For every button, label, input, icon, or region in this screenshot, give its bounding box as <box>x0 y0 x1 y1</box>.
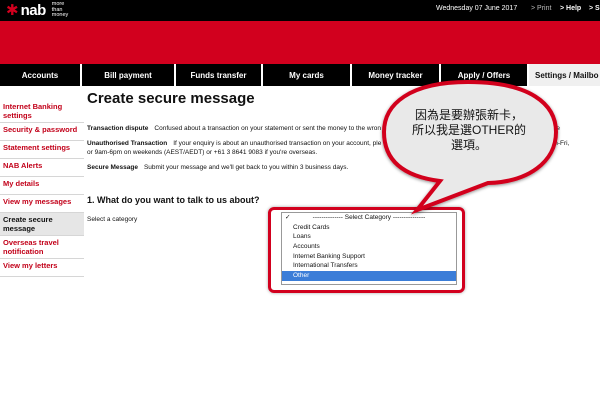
tab-my-cards[interactable]: My cards <box>263 64 352 86</box>
sidebar-item-create-secure-message[interactable]: Create secure message <box>0 213 84 236</box>
tab-funds-transfer[interactable]: Funds transfer <box>176 64 263 86</box>
category-label: Select a category <box>87 216 138 223</box>
dispute-here-link[interactable]: here <box>547 124 560 133</box>
main-nav: Accounts Bill payment Funds transfer My … <box>0 64 600 86</box>
nab-logo[interactable]: ✱ nab more than money <box>6 2 76 19</box>
current-date: Wednesday 07 June 2017 <box>436 5 518 12</box>
top-bar: ✱ nab more than money Wednesday 07 June … <box>0 0 600 21</box>
select-option-international-transfers[interactable]: International Transfers <box>282 261 456 271</box>
secure-text: Submit your message and we'll get back t… <box>143 164 349 171</box>
page-title: Create secure message <box>87 90 255 107</box>
select-option-placeholder[interactable]: ✓ -------------- Select Category -------… <box>282 213 456 223</box>
unauth-text-1-tail: m Mon-Fri, <box>538 140 570 147</box>
checkmark-icon: ✓ <box>285 214 291 221</box>
secure-title: Secure Message <box>87 164 138 171</box>
print-link[interactable]: > Print <box>531 5 551 12</box>
sidebar: Internet Banking settings Security & pas… <box>0 100 84 277</box>
select-option-credit-cards[interactable]: Credit Cards <box>282 223 456 233</box>
unauth-title: Unauthorised Transaction <box>87 140 168 147</box>
annotation-line-3: 選項。 <box>450 138 487 152</box>
dispute-title: Transaction dispute <box>87 125 149 132</box>
sidebar-item-security-password[interactable]: Security & password <box>0 123 84 141</box>
main-content: Create secure message Transaction disput… <box>87 88 600 223</box>
sidebar-item-internet-banking-settings[interactable]: Internet Banking settings <box>0 100 84 123</box>
question-heading: 1. What do you want to talk to us about? <box>87 195 260 205</box>
unauthorised-transaction-info: Unauthorised Transaction If your enquiry … <box>87 139 381 148</box>
signout-link[interactable]: > S <box>589 5 600 12</box>
help-link[interactable]: > Help <box>560 5 581 12</box>
sidebar-item-view-messages[interactable]: View my messages <box>0 195 84 213</box>
tab-apply-offers[interactable]: Apply / Offers <box>441 64 529 86</box>
logo-tagline: more than money <box>51 1 69 19</box>
unauth-text-2: or 9am-6pm on weekends (AEST/AEDT) or +6… <box>87 149 318 156</box>
brand-banner <box>0 21 600 64</box>
select-option-other[interactable]: Other <box>282 271 456 281</box>
sidebar-item-nab-alerts[interactable]: NAB Alerts <box>0 159 84 177</box>
tab-money-tracker[interactable]: Money tracker <box>352 64 441 86</box>
secure-message-info: Secure Message Submit your message and we… <box>87 163 348 172</box>
annotation-line-2: 所以我是選OTHER的 <box>411 123 526 137</box>
select-option-internet-banking-support[interactable]: Internet Banking Support <box>282 252 456 262</box>
sidebar-item-statement-settings[interactable]: Statement settings <box>0 141 84 159</box>
logo-text: nab <box>20 2 47 19</box>
placeholder-label: -------------- Select Category ---------… <box>312 214 426 221</box>
sidebar-item-view-letters[interactable]: View my letters <box>0 259 84 277</box>
tab-settings-mailbox[interactable]: Settings / Mailbo <box>529 64 600 86</box>
dispute-text: Confused about a transaction on your sta… <box>154 125 381 132</box>
tab-accounts[interactable]: Accounts <box>0 64 82 86</box>
transaction-dispute-info: Transaction dispute Confused about a tran… <box>87 124 381 133</box>
annotation-line-1: 因為是要辦張新卡， <box>414 108 523 122</box>
select-option-loans[interactable]: Loans <box>282 232 456 242</box>
category-select[interactable]: ✓ -------------- Select Category -------… <box>281 212 457 285</box>
tab-bill-payment[interactable]: Bill payment <box>82 64 176 86</box>
sidebar-item-my-details[interactable]: My details <box>0 177 84 195</box>
select-option-accounts[interactable]: Accounts <box>282 242 456 252</box>
annotation-text: 因為是要辦張新卡， 所以我是選OTHER的 選項。 <box>401 108 537 153</box>
sidebar-item-overseas-travel[interactable]: Overseas travel notification <box>0 236 84 259</box>
star-icon: ✱ <box>6 2 19 19</box>
unauth-text-1: If your enquiry is about an unauthorised… <box>173 140 382 147</box>
